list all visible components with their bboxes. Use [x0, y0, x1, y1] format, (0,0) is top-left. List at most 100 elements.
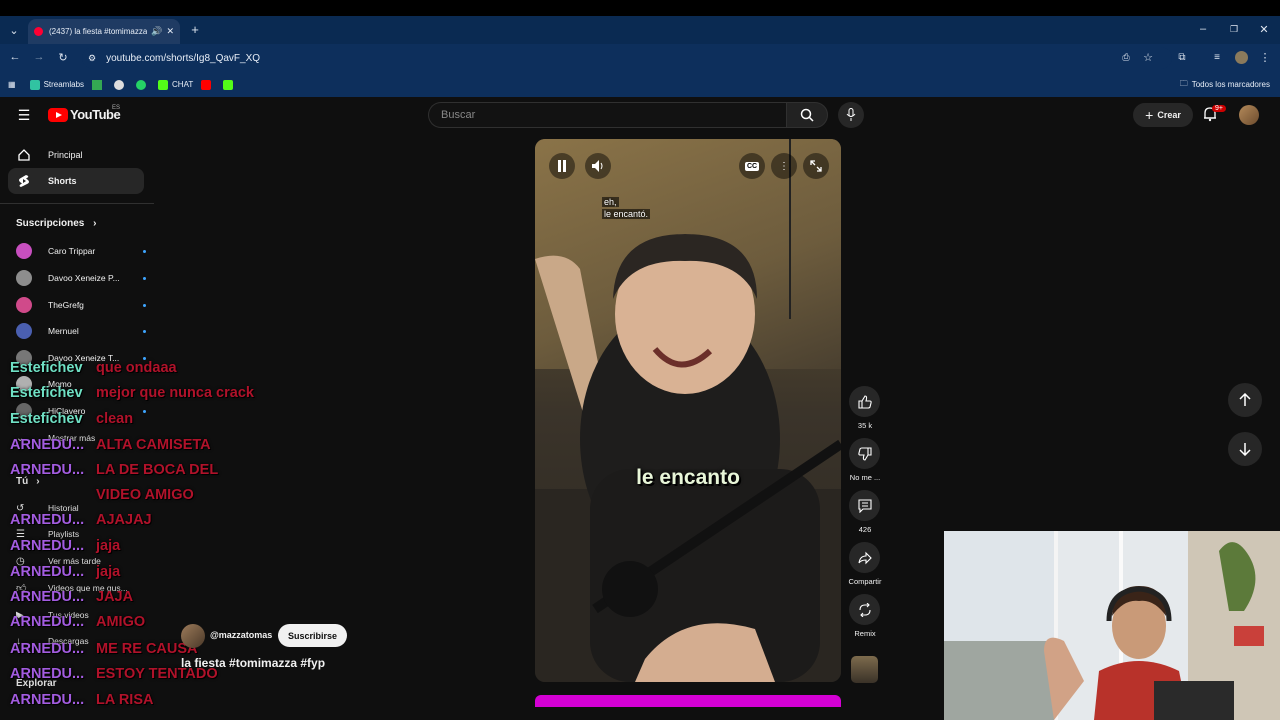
region-code: ES — [112, 105, 121, 111]
browser-tab[interactable]: (2437) la fiesta #tomimazza 🔊 ✕ — [28, 19, 180, 44]
chat-text: LA DE BOCA DEL — [96, 462, 219, 478]
chat-username: ARNEDU... — [10, 641, 85, 657]
folder-icon: 🗀 — [1179, 78, 1188, 88]
extensions-icon[interactable]: ⧉ — [1175, 50, 1189, 64]
new-content-dot — [143, 303, 146, 307]
video-progress-bar[interactable] — [535, 695, 841, 707]
pause-button[interactable] — [549, 153, 575, 179]
new-content-dot — [143, 276, 146, 280]
channel-avatar — [16, 270, 32, 286]
channel-avatar[interactable] — [181, 624, 205, 648]
like-count: 35 k — [857, 421, 873, 430]
minimize-button[interactable]: – — [1196, 22, 1210, 36]
subscribe-button[interactable]: Suscribirse — [278, 624, 347, 647]
search-input[interactable]: Buscar — [428, 102, 786, 128]
close-window-button[interactable]: ✕ — [1257, 22, 1271, 36]
chat-message: ARNEDU... jaja — [10, 537, 300, 555]
chevron-right-icon: › — [93, 218, 97, 229]
arrow-up-icon — [1239, 393, 1251, 406]
new-content-dot — [143, 329, 146, 333]
speaker-icon[interactable]: 🔊 — [151, 26, 162, 37]
bookmark-drive[interactable] — [92, 79, 106, 90]
chat-text: que ondaaa — [96, 360, 177, 376]
youtube-icon — [201, 79, 212, 90]
channel-handle[interactable]: @mazzatomas — [210, 630, 272, 640]
chat-text: JAJA — [96, 589, 134, 605]
chat-message: ARNEDU... JAJA — [10, 588, 300, 606]
chat-message: ARNEDU... LA RISA — [10, 691, 300, 709]
burned-in-caption: le encanto — [636, 466, 740, 489]
close-tab-icon[interactable]: ✕ — [166, 26, 174, 37]
bookmark-streamlabs[interactable]: Streamlabs — [29, 79, 84, 90]
account-avatar[interactable] — [1239, 105, 1259, 125]
subscription-item[interactable]: TheGrefg — [16, 295, 146, 315]
remix-icon — [858, 602, 871, 617]
dislike-button[interactable] — [849, 438, 880, 469]
subscription-item[interactable]: Davoo Xeneize P... — [16, 268, 146, 288]
chat-text: AJAJAJ — [96, 512, 152, 528]
forward-button[interactable]: → — [32, 50, 46, 64]
bookmark-star-icon[interactable]: ☆ — [1141, 50, 1155, 64]
subscriptions-heading[interactable]: Suscripciones › — [16, 218, 96, 229]
chat-message: ARNEDU... ALTA CAMISETA — [10, 436, 300, 454]
create-button[interactable]: + Crear — [1133, 103, 1193, 127]
volume-button[interactable] — [585, 153, 611, 179]
fullscreen-button[interactable] — [803, 153, 829, 179]
previous-short-button[interactable] — [1228, 383, 1262, 417]
hamburger-menu-icon[interactable]: ☰ — [16, 107, 32, 123]
short-title[interactable]: la fiesta #tomimazza #fyp — [181, 656, 325, 670]
youtube-logo-icon[interactable] — [48, 108, 68, 122]
sound-thumbnail[interactable] — [851, 656, 878, 683]
reload-button[interactable]: ↻ — [56, 50, 70, 64]
chat-username: ARNEDU... — [10, 692, 85, 708]
captions-button[interactable]: CC — [739, 153, 765, 179]
channel-avatar — [16, 243, 32, 259]
remix-button[interactable] — [849, 594, 880, 625]
bookmark-chatgpt[interactable] — [114, 79, 128, 90]
site-info-icon[interactable]: ⚙ — [88, 53, 96, 64]
share-button[interactable] — [849, 542, 880, 573]
volume-icon — [592, 160, 603, 172]
back-button[interactable]: ← — [8, 50, 22, 64]
comments-button[interactable] — [849, 490, 880, 521]
microphone-icon — [846, 108, 856, 121]
tab-search-icon[interactable]: ⌄ — [6, 22, 22, 38]
chatgpt-icon — [114, 79, 125, 90]
chat-username: ARNEDU... — [10, 666, 85, 682]
notifications-badge: 9+ — [1212, 105, 1226, 112]
dislike-label: No me ... — [849, 473, 881, 482]
bookmark-kick[interactable] — [223, 79, 237, 90]
plus-icon: + — [1145, 107, 1154, 123]
kick-icon — [223, 79, 234, 90]
chrome-menu-icon[interactable]: ⋮ — [1258, 50, 1272, 64]
comment-count: 426 — [858, 525, 872, 534]
address-bar[interactable]: ⚙ youtube.com/shorts/Ig8_QavF_XQ — [82, 47, 1172, 69]
short-video-player[interactable]: CC ⋮ — [535, 139, 841, 682]
install-app-icon[interactable]: ⎙ — [1119, 50, 1133, 64]
next-short-button[interactable] — [1228, 432, 1262, 466]
sidebar-item-shorts[interactable]: Shorts — [8, 168, 144, 194]
video-subtitle: eh, le encantó. — [602, 197, 651, 219]
voice-search-button[interactable] — [838, 102, 864, 128]
media-control-icon[interactable]: ≡ — [1210, 50, 1224, 64]
chat-text: jaja — [96, 538, 121, 554]
new-tab-button[interactable]: + — [188, 22, 202, 37]
all-bookmarks-folder[interactable]: 🗀 Todos los marcadores — [1180, 78, 1270, 92]
like-button[interactable] — [849, 386, 880, 417]
chat-message: Estefichev mejor que nunca crack — [10, 384, 300, 402]
chat-username: Estefichev — [10, 411, 83, 427]
sidebar-item-principal[interactable]: Principal — [8, 142, 144, 168]
bookmark-whatsapp[interactable] — [136, 79, 150, 90]
bookmark-chat[interactable]: CHAT — [158, 79, 193, 90]
apps-grid-icon[interactable]: ▦ — [8, 80, 16, 89]
subscription-item[interactable]: Mernuel — [16, 321, 146, 341]
search-icon — [800, 108, 814, 122]
more-options-button[interactable]: ⋮ — [771, 153, 797, 179]
bookmark-youtube[interactable] — [201, 79, 215, 90]
search-button[interactable] — [786, 102, 828, 128]
subscription-item[interactable]: Caro Trippar — [16, 241, 146, 261]
profile-avatar[interactable] — [1235, 51, 1248, 64]
share-label: Compartir — [848, 577, 882, 586]
chat-text: clean — [96, 411, 134, 427]
restore-button[interactable]: ❐ — [1227, 22, 1241, 36]
